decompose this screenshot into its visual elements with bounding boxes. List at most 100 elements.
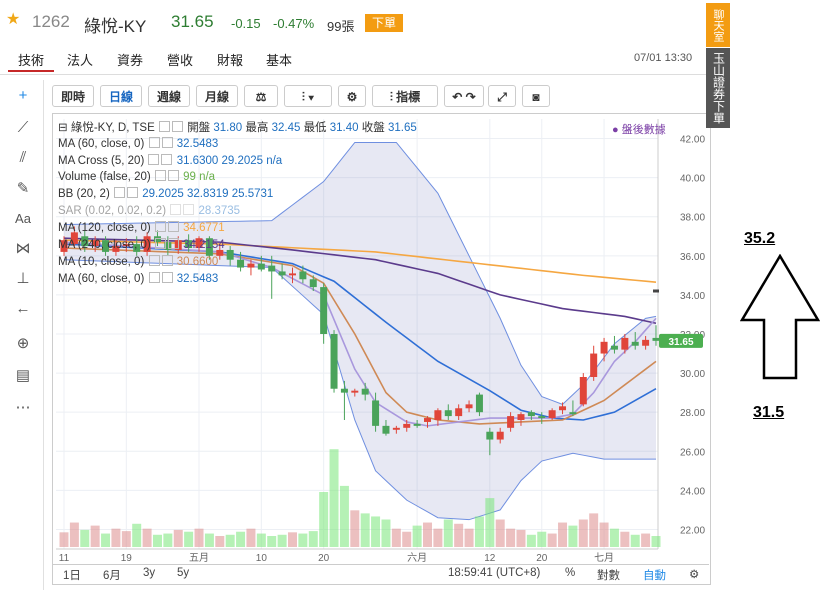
legend-row: MA (60, close, 0) 32.5483 xyxy=(58,137,218,152)
trend-line-icon[interactable]: ⟋ xyxy=(8,116,38,140)
range-1d[interactable]: 1日 xyxy=(63,567,81,583)
percent-toggle[interactable]: % xyxy=(565,567,575,579)
legend-label: MA Cross (5, 20) xyxy=(58,155,145,167)
candle-body xyxy=(392,427,400,430)
pattern-icon[interactable]: ⋈ xyxy=(8,237,38,261)
tab-institutional[interactable]: 法人 xyxy=(67,50,93,69)
tab-margin[interactable]: 資券 xyxy=(117,50,143,69)
settings-icon[interactable]: ⚙ xyxy=(689,567,699,581)
legend-eye-icon[interactable] xyxy=(161,154,173,165)
legend-settings-icon[interactable] xyxy=(148,272,160,283)
legend-values: 30.6600 xyxy=(176,256,219,268)
zoom-in-icon[interactable]: ⊕ xyxy=(8,332,38,356)
tab-financials[interactable]: 財報 xyxy=(217,50,243,69)
text-tool-icon[interactable]: Aa xyxy=(8,207,38,231)
volume-bar xyxy=(641,533,651,547)
crosshair-icon[interactable]: + xyxy=(8,84,38,108)
legend-eye-icon[interactable] xyxy=(167,221,179,232)
compare-icon[interactable]: ⚖ xyxy=(244,85,278,107)
volume-bar xyxy=(298,533,308,547)
fibonacci-icon[interactable]: ⫽ xyxy=(8,146,38,170)
arrow-left-icon[interactable]: ← xyxy=(8,297,38,321)
y-tick-label: 24.00 xyxy=(680,486,705,497)
more-tools-icon[interactable]: ⋯ xyxy=(8,396,38,420)
candle-body xyxy=(517,414,525,420)
legend-settings-icon[interactable] xyxy=(148,255,160,266)
log-toggle[interactable]: 對數 xyxy=(597,567,620,583)
x-tick-label: 11 xyxy=(59,553,70,564)
y-tick-label: 22.00 xyxy=(680,525,705,536)
star-icon[interactable]: ★ xyxy=(6,12,20,28)
legend-collapse-icon[interactable]: ⊟ xyxy=(58,122,68,134)
y-tick-label: 28.00 xyxy=(680,408,705,419)
tab-technical[interactable]: 技術 xyxy=(18,50,44,69)
legend-eye-icon[interactable] xyxy=(167,170,179,181)
legend-label: MA (120, close, 0) xyxy=(58,222,151,234)
daily-button[interactable]: 日線 xyxy=(100,85,142,107)
price-change-pct: -0.47% xyxy=(273,16,315,31)
settings-icon[interactable]: ⚙ xyxy=(338,85,366,107)
tab-revenue[interactable]: 營收 xyxy=(167,50,193,69)
volume-bar xyxy=(454,523,464,547)
legend-values: 28.3735 xyxy=(198,205,241,217)
volume-bar xyxy=(142,528,152,547)
camera-icon[interactable]: ◙ xyxy=(522,85,550,107)
chart-type-icon[interactable]: ⫶ ▾ xyxy=(284,85,332,107)
after-hours-link[interactable]: ● 盤後數據 xyxy=(612,121,666,137)
fullscreen-icon[interactable]: ⤢ xyxy=(488,85,516,107)
active-tab-indicator xyxy=(8,70,54,72)
volume-bar xyxy=(547,533,557,547)
volume-bar xyxy=(578,519,588,547)
intraday-button[interactable]: 即時 xyxy=(52,85,94,107)
close-label: 收盤 xyxy=(361,122,385,134)
candle-body xyxy=(600,341,608,354)
legend-values: 31.6300 29.2025 n/a xyxy=(176,155,283,167)
indicators-button[interactable]: ⫶ 指標 xyxy=(372,85,438,107)
legend-settings-icon[interactable] xyxy=(154,221,166,232)
chat-room-button[interactable]: 聊天室 xyxy=(706,3,730,47)
legend-eye-icon[interactable] xyxy=(161,137,173,148)
legend-settings-icon[interactable] xyxy=(154,170,166,181)
legend-settings-icon[interactable] xyxy=(113,187,125,198)
volume-bar xyxy=(319,492,329,547)
legend-eye-icon[interactable] xyxy=(171,121,183,132)
broker-order-button[interactable]: 玉山證券下單 xyxy=(706,48,730,128)
legend-eye-icon[interactable] xyxy=(161,272,173,283)
legend-main: ⊟ 綠悅-KY, D, TSE 開盤 31.80 最高 32.45 最低 31.… xyxy=(58,121,417,136)
order-button[interactable]: 下單 xyxy=(365,14,403,32)
legend-eye-icon[interactable] xyxy=(167,238,179,249)
volume-bar xyxy=(163,533,173,547)
range-5y[interactable]: 5y xyxy=(177,567,189,579)
y-tick-label: 26.00 xyxy=(680,447,705,458)
legend-row: MA (10, close, 0) 30.6600 xyxy=(58,255,218,270)
undo-redo-icon[interactable]: ↶ ↷ xyxy=(444,85,484,107)
open-label: 開盤 xyxy=(187,122,211,134)
legend-settings-icon[interactable] xyxy=(158,121,170,132)
candle-body xyxy=(299,271,307,280)
range-6m[interactable]: 6月 xyxy=(103,567,121,583)
volume-bar xyxy=(558,522,568,547)
legend-row: MA Cross (5, 20) 31.6300 29.2025 n/a xyxy=(58,154,282,169)
measure-icon[interactable]: ⊥ xyxy=(8,267,38,291)
x-tick-label: 12 xyxy=(484,553,496,564)
legend-settings-icon[interactable] xyxy=(170,204,182,215)
volume-bar xyxy=(173,529,183,547)
ruler-icon[interactable]: ▤ xyxy=(8,364,38,388)
auto-toggle[interactable]: 自動 xyxy=(643,567,666,583)
legend-eye-icon[interactable] xyxy=(126,187,138,198)
legend-eye-icon[interactable] xyxy=(183,204,195,215)
legend-settings-icon[interactable] xyxy=(154,238,166,249)
brush-icon[interactable]: ✎ xyxy=(8,177,38,201)
annotation-base-price: 31.5 xyxy=(753,404,785,421)
price-change: -0.15 xyxy=(231,16,261,31)
monthly-button[interactable]: 月線 xyxy=(196,85,238,107)
legend-eye-icon[interactable] xyxy=(161,255,173,266)
weekly-button[interactable]: 週線 xyxy=(148,85,190,107)
legend-settings-icon[interactable] xyxy=(148,154,160,165)
legend-settings-icon[interactable] xyxy=(148,137,160,148)
legend-label: BB (20, 2) xyxy=(58,188,110,200)
range-3y[interactable]: 3y xyxy=(143,567,155,579)
candle-body xyxy=(278,271,286,276)
candle-body xyxy=(465,404,473,409)
tab-basic[interactable]: 基本 xyxy=(266,50,292,69)
